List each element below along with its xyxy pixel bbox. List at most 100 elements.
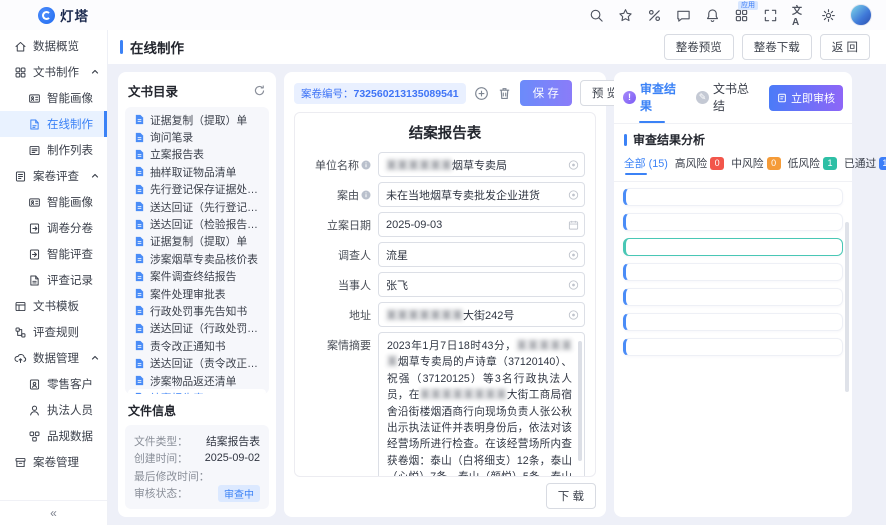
bell-icon[interactable]	[705, 8, 720, 23]
fullscreen-icon[interactable]	[763, 8, 778, 23]
review-card[interactable]	[623, 213, 843, 231]
review-card[interactable]	[623, 238, 843, 256]
file-icon	[134, 132, 145, 143]
filter-已通过[interactable]: 已通过14	[844, 155, 886, 174]
file-icon	[134, 358, 145, 369]
logo-text: 灯塔	[60, 9, 89, 24]
star-icon[interactable]	[618, 8, 633, 23]
sidebar-item-执法人员[interactable]: 执法人员	[0, 397, 107, 423]
header-button-整卷预览[interactable]: 整卷预览	[663, 34, 734, 60]
user-avatar[interactable]	[850, 4, 872, 26]
sidebar-item-数据管理[interactable]: 数据管理	[0, 345, 107, 371]
document-item[interactable]: 证据复制（提取）单	[128, 233, 266, 250]
filter-高风险[interactable]: 高风险 0	[675, 155, 725, 174]
document-item[interactable]: 询问笔录	[128, 128, 266, 145]
percent-icon[interactable]	[647, 8, 662, 23]
download-button[interactable]: 下 载	[545, 483, 596, 509]
file-icon	[134, 184, 145, 195]
redacted-text: 某某某某某某某	[386, 309, 463, 322]
field-input-调查人[interactable]: 流星	[378, 242, 585, 267]
add-page-icon[interactable]	[474, 86, 489, 101]
document-item[interactable]: 涉案烟草专卖品核价表	[128, 250, 266, 267]
document-item[interactable]: 涉案物品返还清单	[128, 372, 266, 389]
document-item[interactable]: 先行登记保存证据处理...	[128, 181, 266, 198]
summary-label: 案情摘要	[327, 340, 371, 352]
sidebar-collapse-button[interactable]: «	[0, 500, 107, 525]
case-summary-textarea[interactable]: 2023年1月7日18时43分，某某某某某某烟草专卖局的卢诗章（37120140…	[378, 332, 585, 476]
filter-低风险[interactable]: 低风险 1	[788, 155, 837, 174]
document-item[interactable]: 证据复制（提取）单	[128, 111, 266, 128]
document-item[interactable]: 立案报告表	[128, 146, 266, 163]
sidebar-item-案卷管理[interactable]: 案卷管理	[0, 449, 107, 475]
message-icon[interactable]	[676, 8, 691, 23]
field-input-地址[interactable]: 某某某某某某某 大街242号	[378, 302, 585, 327]
review-card[interactable]	[623, 338, 843, 356]
search-icon[interactable]	[589, 8, 604, 23]
document-list: 证据复制（提取）单 询问笔录 立案报告表 抽样取证物品清单 先行登记保存证据处理... 送…	[125, 107, 269, 394]
review-card[interactable]	[623, 263, 843, 281]
sidebar-item-数据概览[interactable]: 数据概览	[0, 33, 107, 59]
file-info-row: 创建时间： 2025-09-02	[134, 452, 260, 466]
translate-icon[interactable]: 文A	[792, 6, 807, 28]
apps-icon[interactable]: 应用	[734, 0, 758, 23]
calendar-icon[interactable]	[568, 219, 579, 230]
tab-doc-summary[interactable]: ✎ 文书总结	[696, 80, 757, 116]
clear-icon[interactable]	[568, 159, 579, 170]
sidebar-item-评查记录[interactable]: 评查记录	[0, 267, 107, 293]
header-button-整卷下载[interactable]: 整卷下载	[741, 34, 812, 60]
document-item[interactable]: 送达回证（检验报告复...	[128, 215, 266, 232]
document-item[interactable]: 案件处理审批表	[128, 285, 266, 302]
filter-全部 (15)[interactable]: 全部 (15)	[624, 155, 668, 175]
sidebar-item-智能画像[interactable]: 智能画像	[0, 189, 107, 215]
file-icon	[134, 201, 145, 212]
tab-review-result[interactable]: ! 审查结果	[623, 80, 684, 123]
sidebar-item-调卷分卷[interactable]: 调卷分卷	[0, 215, 107, 241]
file-icon	[134, 340, 145, 351]
sidebar-item-案卷评查[interactable]: 案卷评查	[0, 163, 107, 189]
doclines-icon	[28, 274, 41, 287]
field-input-单位名称[interactable]: 某某某某某某 烟草专卖局	[378, 152, 585, 177]
filter-中风险[interactable]: 中风险 0	[731, 155, 781, 174]
field-input-案由[interactable]: 未在当地烟草专卖批发企业进货	[378, 182, 585, 207]
field-input-立案日期[interactable]: 2025-09-03	[378, 212, 585, 237]
sidebar-item-智能画像[interactable]: 智能画像	[0, 85, 107, 111]
field-label: 案由	[305, 187, 371, 203]
sidebar-item-评查规则[interactable]: 评查规则	[0, 319, 107, 345]
field-input-当事人[interactable]: 张飞	[378, 272, 585, 297]
sidebar-item-制作列表[interactable]: 制作列表	[0, 137, 107, 163]
settings-icon[interactable]	[821, 8, 836, 23]
review-cards-list	[614, 181, 852, 517]
document-item[interactable]: 责令改正通知书	[128, 337, 266, 354]
audit-now-button[interactable]: 立即审核	[769, 85, 843, 111]
sidebar-item-零售客户[interactable]: 零售客户	[0, 371, 107, 397]
delete-icon[interactable]	[497, 86, 512, 101]
review-card[interactable]	[623, 313, 843, 331]
sidebar-item-智能评查[interactable]: 智能评查	[0, 241, 107, 267]
sidebar-item-文书制作[interactable]: 文书制作	[0, 59, 107, 85]
document-editor-panel: 案卷编号：732560213135089541 保 存 预 览 结案报告表 单位…	[284, 72, 631, 517]
review-card[interactable]	[623, 188, 843, 206]
review-card[interactable]	[623, 288, 843, 306]
document-item[interactable]: 案件调查终结报告	[128, 268, 266, 285]
document-item[interactable]: 送达回证（行政处罚事...	[128, 320, 266, 337]
save-button[interactable]: 保 存	[519, 80, 572, 106]
document-item[interactable]: 抽样取证物品清单	[128, 163, 266, 180]
document-item[interactable]: 行政处罚事先告知书	[128, 302, 266, 319]
clear-icon[interactable]	[568, 309, 579, 320]
template-icon	[14, 300, 27, 313]
cards-scrollbar[interactable]	[845, 222, 849, 392]
clear-icon[interactable]	[568, 279, 579, 290]
file-icon	[134, 166, 145, 177]
clear-icon[interactable]	[568, 189, 579, 200]
header-button-返回[interactable]: 返 回	[819, 34, 870, 60]
textarea-scrollbar[interactable]	[578, 341, 582, 461]
document-item[interactable]: 送达回证（先行登记保...	[128, 198, 266, 215]
document-item[interactable]: 送达回证（责令改正通...	[128, 354, 266, 371]
sidebar-item-文书模板[interactable]: 文书模板	[0, 293, 107, 319]
clear-icon[interactable]	[568, 249, 579, 260]
cloudup-icon	[14, 352, 27, 365]
sidebar-item-品规数据[interactable]: 品规数据	[0, 423, 107, 449]
sidebar-item-在线制作[interactable]: 在线制作	[0, 111, 107, 137]
count-badge: 0	[766, 156, 781, 170]
refresh-icon[interactable]	[253, 84, 266, 97]
